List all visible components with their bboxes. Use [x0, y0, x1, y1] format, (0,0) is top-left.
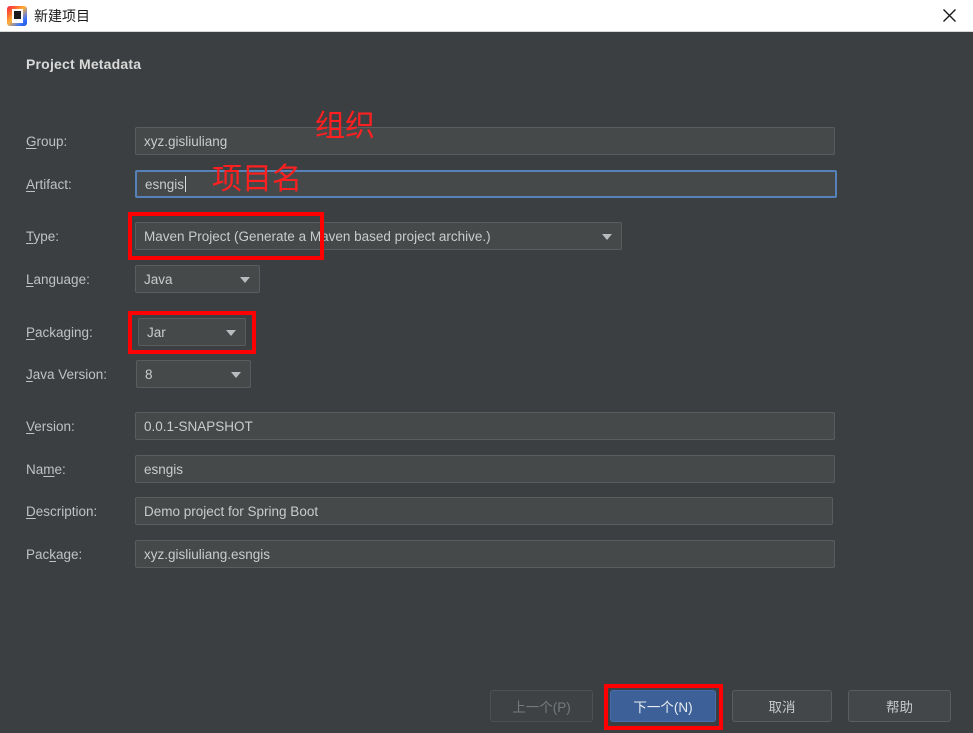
- group-value: xyz.gisliuliang: [144, 133, 228, 149]
- chevron-down-icon: [602, 234, 612, 240]
- chevron-down-icon: [240, 277, 250, 283]
- window-titlebar: 新建项目: [0, 0, 973, 32]
- page-title: Project Metadata: [26, 56, 142, 72]
- language-label: Language:: [26, 272, 90, 287]
- packaging-dropdown[interactable]: Jar: [138, 318, 246, 346]
- cancel-button[interactable]: 取消: [732, 690, 832, 722]
- java-version-dropdown[interactable]: 8: [136, 360, 251, 388]
- previous-button[interactable]: 上一个(P): [490, 690, 593, 722]
- artifact-label: Artifact:: [26, 177, 72, 192]
- name-field[interactable]: esngis: [135, 455, 835, 483]
- help-button[interactable]: 帮助: [848, 690, 951, 722]
- name-value: esngis: [144, 461, 184, 477]
- java-version-label: Java Version:: [26, 367, 108, 382]
- java-version-value: 8: [145, 366, 153, 382]
- version-field[interactable]: 0.0.1-SNAPSHOT: [135, 412, 835, 440]
- chevron-down-icon: [231, 372, 241, 378]
- package-field[interactable]: xyz.gisliuliang.esngis: [135, 540, 835, 568]
- artifact-field[interactable]: esngis: [135, 170, 837, 198]
- help-button-label: 帮助: [886, 700, 913, 715]
- package-label: Package:: [26, 547, 83, 562]
- description-field[interactable]: Demo project for Spring Boot: [135, 497, 833, 525]
- name-label: Name:: [26, 462, 66, 477]
- type-label: Type:: [26, 229, 60, 244]
- artifact-value: esngis: [145, 176, 185, 192]
- package-value: xyz.gisliuliang.esngis: [144, 546, 271, 562]
- text-caret: [185, 176, 187, 192]
- packaging-label: Packaging:: [26, 325, 93, 340]
- description-value: Demo project for Spring Boot: [144, 503, 319, 519]
- packaging-value: Jar: [147, 324, 166, 340]
- group-field[interactable]: xyz.gisliuliang: [135, 127, 835, 155]
- type-value: Maven Project (Generate a Maven based pr…: [144, 228, 491, 244]
- intellij-idea-icon: [7, 6, 27, 26]
- type-dropdown[interactable]: Maven Project (Generate a Maven based pr…: [135, 222, 622, 250]
- previous-button-label: 上一个(P): [512, 700, 571, 715]
- close-icon[interactable]: [926, 0, 973, 31]
- window-title: 新建项目: [34, 8, 90, 24]
- description-label: Description:: [26, 504, 98, 519]
- next-button-label: 下一个(N): [633, 700, 693, 715]
- next-button[interactable]: 下一个(N): [610, 690, 716, 722]
- chevron-down-icon: [226, 330, 236, 336]
- language-dropdown[interactable]: Java: [135, 265, 260, 293]
- group-label: Group:: [26, 134, 68, 149]
- language-value: Java: [144, 271, 173, 287]
- version-value: 0.0.1-SNAPSHOT: [144, 418, 253, 434]
- cancel-button-label: 取消: [768, 700, 796, 715]
- version-label: Version:: [26, 419, 75, 434]
- new-project-dialog: Project Metadata Group: xyz.gisliuliang …: [0, 32, 973, 733]
